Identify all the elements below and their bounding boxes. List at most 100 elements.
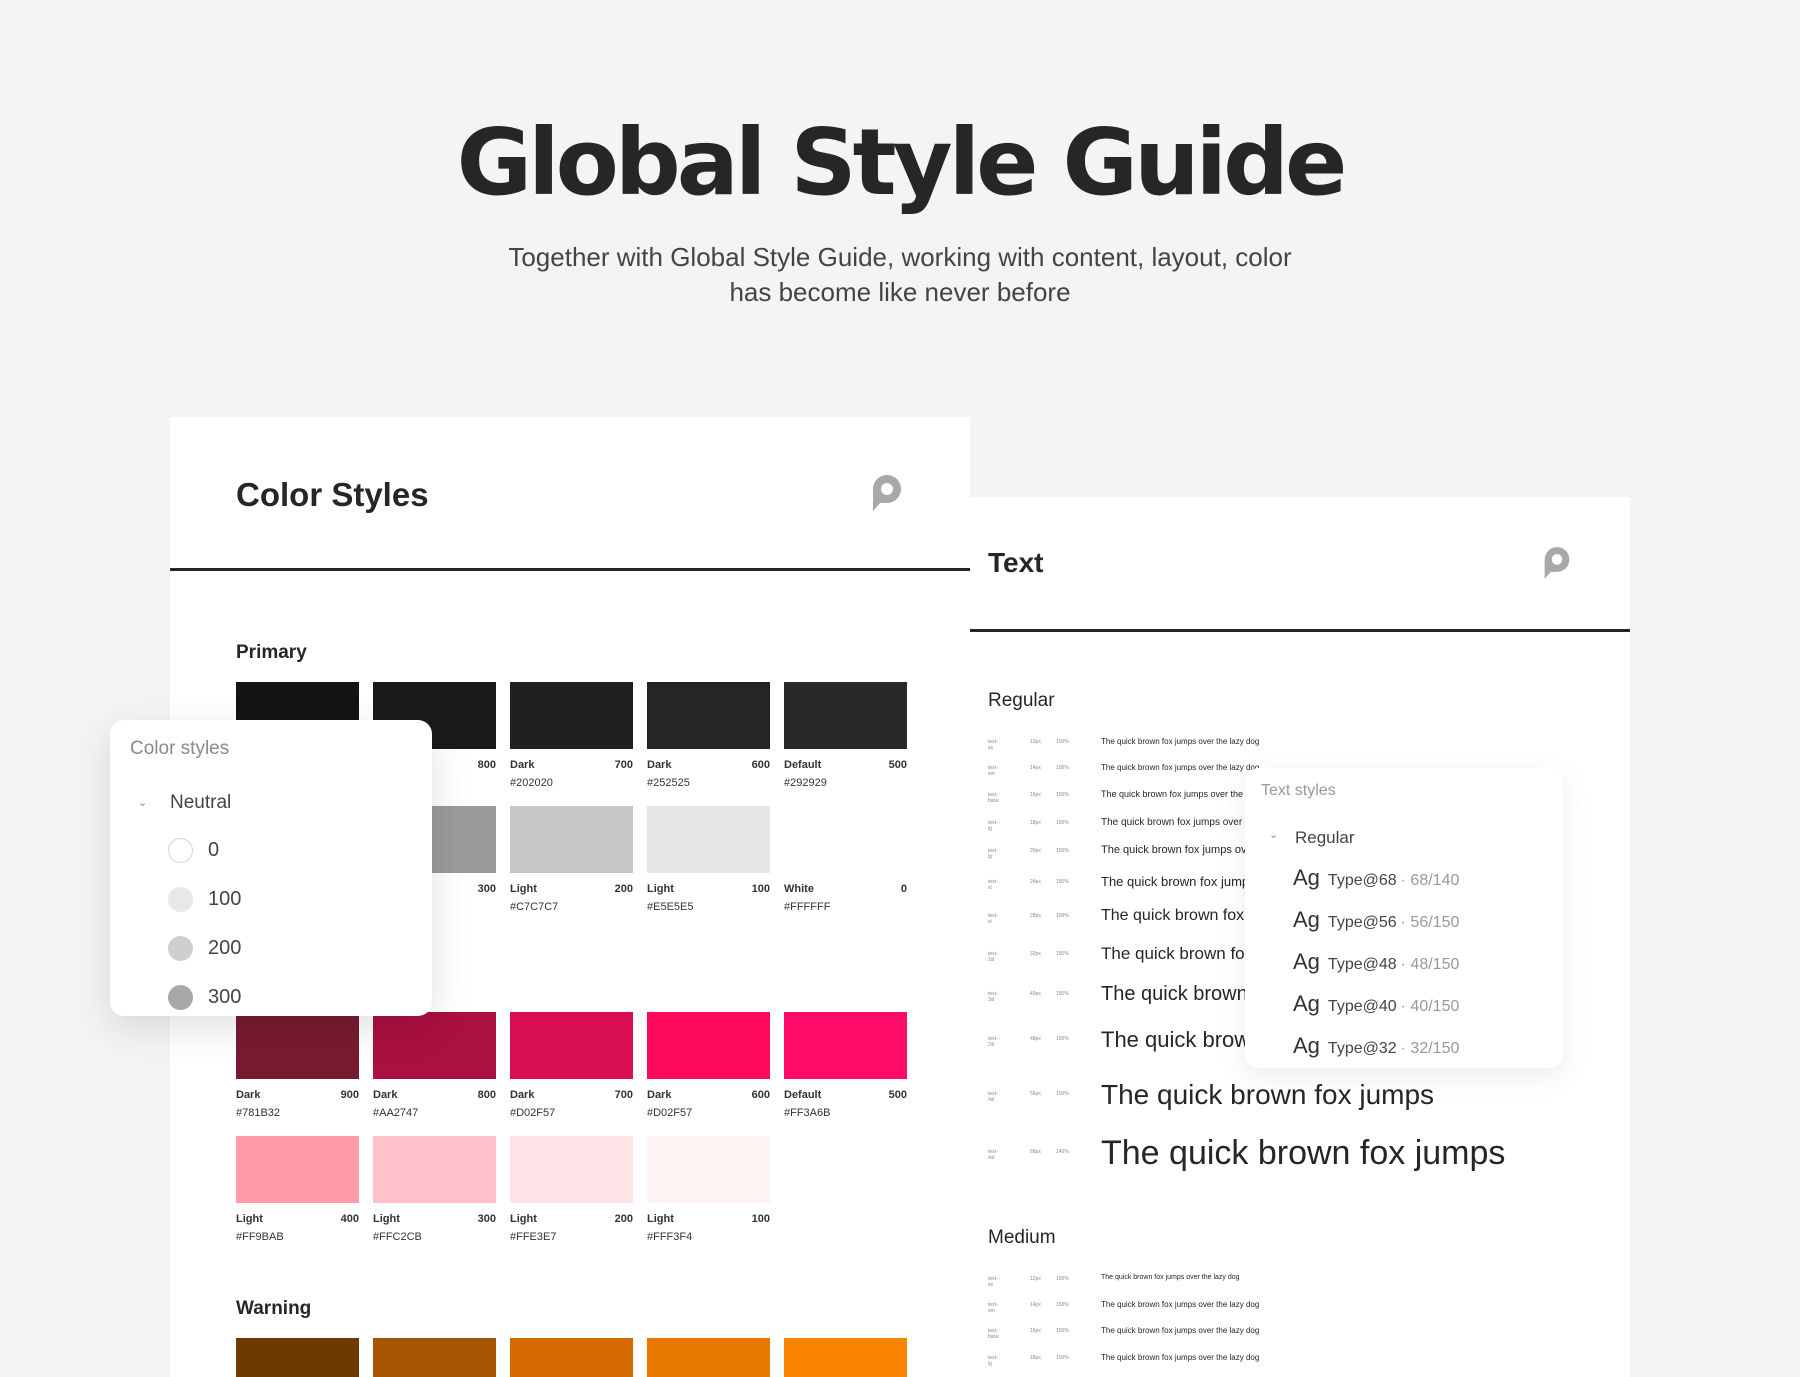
swatch-shade: Dark (236, 1089, 261, 1101)
type-line-height: 150% (1056, 1276, 1069, 1282)
text-style-item[interactable]: Ag Type@68 · 68/140 (1293, 865, 1459, 893)
type-token: text-xl (988, 913, 998, 925)
swatch-meta: Light 300 (373, 1213, 496, 1231)
color-swatch[interactable]: Dark 600 #D02F57 (647, 1012, 770, 1119)
swatch-hex: #D02F57 (647, 1107, 693, 1119)
swatch-hex: #C7C7C7 (510, 901, 559, 913)
type-sample: The quick brown fox jumps over the lazy … (1101, 1274, 1240, 1281)
type-line-height: 150% (1056, 1036, 1069, 1042)
swatch-meta: Dark 600 (647, 759, 770, 777)
type-size: 40px (1030, 991, 1041, 997)
type-line-height: 150% (1056, 1328, 1069, 1334)
color-swatch[interactable]: Dark 600 #252525 (647, 682, 770, 789)
type-line-height: 140% (1056, 1149, 1069, 1155)
neutral-value: 300 (208, 986, 242, 1008)
swatch-chip (510, 682, 633, 749)
swatch-number: 500 (888, 759, 907, 771)
type-token: text-sm (988, 765, 998, 777)
swatch-number: 500 (888, 1089, 907, 1101)
type-line-height: 150% (1056, 1355, 1069, 1361)
color-swatch[interactable]: Light 100 #E5E5E5 (647, 806, 770, 913)
type-size: 14px (1030, 1302, 1041, 1308)
swatch-shade: Light (647, 1213, 674, 1225)
type-size: 56px (1030, 1091, 1041, 1097)
text-style-item[interactable]: Ag Type@48 · 48/150 (1293, 949, 1459, 977)
swatch-chip (784, 682, 907, 749)
type-token: text-sm (988, 1302, 998, 1314)
color-swatch[interactable]: Dark 900 #781B32 (236, 1012, 359, 1119)
text-style-spec: · 56/150 (1400, 914, 1460, 931)
swatch-shade: Dark (373, 1089, 398, 1101)
color-swatch[interactable]: Light 400 #FF9BAB (236, 1136, 359, 1243)
type-token: text-base (988, 792, 999, 804)
color-styles-panel: Color styles ⌄ Neutral 0 100 200 300 (110, 720, 432, 1016)
swatch-number: 200 (614, 1213, 633, 1225)
type-sample: The quick brown fox jumps over the lazy … (1101, 763, 1260, 772)
swatch-meta: Light 200 (510, 883, 633, 901)
chevron-down-icon[interactable]: ⌄ (1269, 828, 1281, 841)
swatch-meta: Light 400 (236, 1213, 359, 1231)
swatch-hex: #FF9BAB (236, 1231, 284, 1243)
color-panel-title: Color styles (130, 738, 230, 759)
type-size: 20px (1030, 848, 1041, 854)
swatch-chip (236, 1012, 359, 1079)
swatch-chip (784, 1012, 907, 1079)
type-token: text-base (988, 1328, 999, 1340)
type-size: 16px (1030, 792, 1041, 798)
color-swatch[interactable] (784, 1338, 907, 1377)
color-swatch[interactable]: Light 300 #FFC2CB (373, 1136, 496, 1243)
swatch-meta: Dark 700 (510, 1089, 633, 1107)
page-title: Global Style Guide (456, 109, 1348, 216)
swatch-hex: #FFE3E7 (510, 1231, 557, 1243)
color-swatch[interactable]: Light 100 #FFF3F4 (647, 1136, 770, 1243)
text-style-item[interactable]: Ag Type@56 · 56/150 (1293, 907, 1459, 935)
text-style-item[interactable]: Ag Type@32 · 32/150 (1293, 1033, 1459, 1061)
text-panel-group[interactable]: Regular (1295, 828, 1355, 848)
text-style-spec: · 48/150 (1400, 956, 1460, 973)
neutral-value: 0 (208, 839, 220, 861)
page-subtitle: Together with Global Style Guide, workin… (500, 240, 1300, 310)
text-style-item[interactable]: Ag Type@40 · 40/150 (1293, 991, 1459, 1019)
swatch-number: 800 (477, 759, 496, 771)
swatch-meta: Default 500 (784, 1089, 907, 1107)
swatch-shade: Light (373, 1213, 400, 1225)
swatch-hex: #202020 (510, 777, 553, 789)
type-token: text-lg (988, 820, 998, 832)
text-card-title: Text (988, 547, 1044, 578)
color-swatch[interactable]: Default 500 #292929 (784, 682, 907, 789)
color-swatch[interactable] (236, 1338, 359, 1377)
swatch-hex: #D02F57 (510, 1107, 556, 1119)
color-swatch[interactable]: Dark 700 #202020 (510, 682, 633, 789)
type-sample: The quick brown fox jumps (1101, 1079, 1435, 1110)
color-swatch[interactable] (510, 1338, 633, 1377)
swatch-chip (236, 1338, 359, 1377)
neutral-group-label[interactable]: Neutral (170, 792, 231, 814)
type-token: text-lg (988, 1355, 998, 1367)
color-swatch[interactable]: Light 200 #C7C7C7 (510, 806, 633, 913)
swatch-number: 100 (751, 883, 770, 895)
type-size: 68px (1030, 1149, 1041, 1155)
type-sample: The quick brown fox (1101, 944, 1254, 963)
color-swatch[interactable] (647, 1338, 770, 1377)
swatch-number: 900 (340, 1089, 359, 1101)
swatch-meta: Dark 800 (373, 1089, 496, 1107)
type-token: text-2xl (988, 951, 998, 963)
type-line-height: 150% (1056, 739, 1069, 745)
type-sample: The quick brown fox (1101, 907, 1245, 924)
type-line-height: 150% (1056, 913, 1069, 919)
swatch-meta: Light 200 (510, 1213, 633, 1231)
chevron-down-icon[interactable]: ⌄ (138, 796, 150, 809)
type-sample: The quick brow (1101, 1027, 1251, 1052)
color-swatch[interactable] (373, 1338, 496, 1377)
swatch-number: 700 (614, 759, 633, 771)
swatch-meta: Dark 600 (647, 1089, 770, 1107)
text-card-header: Text (970, 497, 1630, 632)
type-token: text-4xl (988, 1091, 998, 1103)
color-swatch[interactable]: Dark 800 #AA2747 (373, 1012, 496, 1119)
swatch-meta: Dark 900 (236, 1089, 359, 1107)
text-style-name: Type@56 (1327, 914, 1397, 931)
color-swatch[interactable]: White 0 #FFFFFF (784, 806, 907, 913)
color-swatch[interactable]: Default 500 #FF3A6B (784, 1012, 907, 1119)
color-swatch[interactable]: Light 200 #FFE3E7 (510, 1136, 633, 1243)
color-swatch[interactable]: Dark 700 #D02F57 (510, 1012, 633, 1119)
